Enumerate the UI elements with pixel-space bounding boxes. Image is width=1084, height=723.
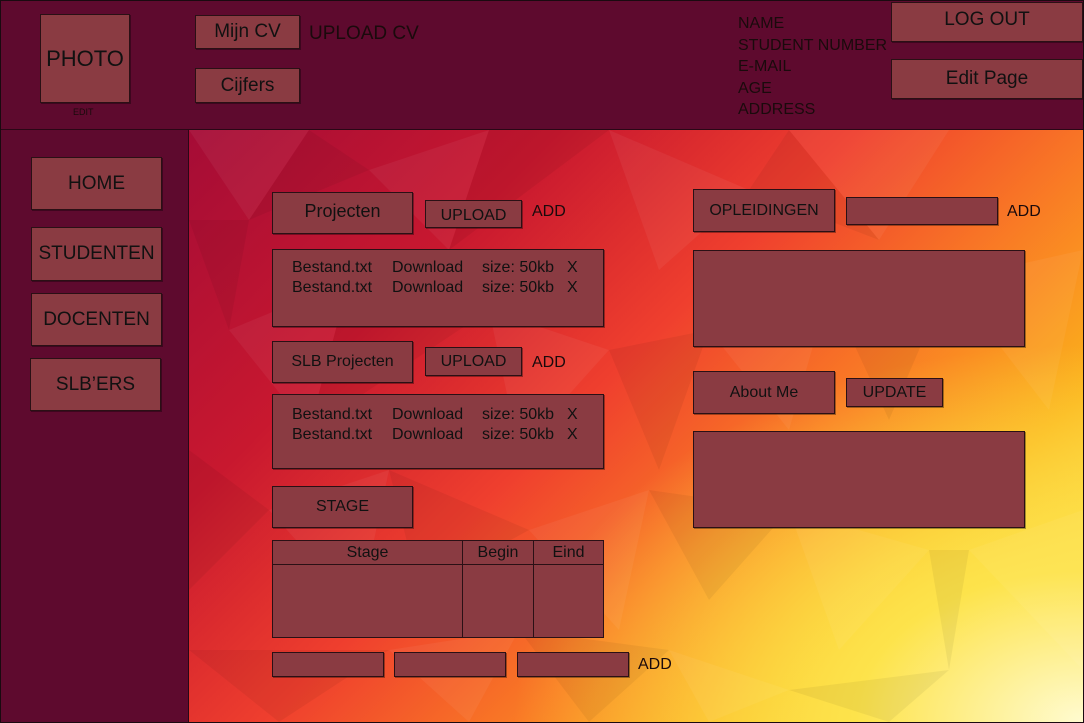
slb-file-list: Bestand.txt Download size: 50kb X Bestan… — [272, 394, 604, 469]
projecten-upload-label: UPLOAD — [440, 207, 507, 224]
mijn-cv-button[interactable]: Mijn CV — [195, 15, 300, 49]
mijn-cv-label: Mijn CV — [214, 21, 281, 42]
student-info: NAME STUDENT NUMBER E-MAIL AGE ADDRESS — [738, 13, 887, 121]
opleidingen-list — [693, 250, 1025, 347]
slb-projecten-title-label: SLB Projecten — [291, 353, 394, 370]
info-address: ADDRESS — [738, 101, 816, 118]
stage-title: STAGE — [272, 486, 413, 528]
file-size: size: 50kb — [482, 406, 555, 423]
file-remove-button[interactable]: X — [567, 405, 578, 425]
profile-photo[interactable]: PHOTO — [40, 14, 130, 103]
file-row: Bestand.txt Download size: 50kb X Bestan… — [292, 258, 578, 298]
file-download-link[interactable]: Download — [392, 425, 482, 445]
sidebar-item-label: HOME — [68, 172, 125, 194]
cijfers-label: Cijfers — [220, 74, 275, 96]
about-me-title-label: About Me — [729, 383, 799, 401]
sidebar-item-label: STUDENTEN — [38, 243, 155, 264]
eind-cell — [533, 564, 604, 638]
file-row: Bestand.txt Download size: 50kb X Bestan… — [292, 405, 578, 445]
slb-upload-button[interactable]: UPLOAD — [425, 347, 522, 376]
file-size: size: 50kb — [482, 279, 555, 296]
projecten-upload-button[interactable]: UPLOAD — [425, 200, 522, 228]
stage-cell — [272, 564, 463, 638]
logout-button[interactable]: LOG OUT — [891, 2, 1083, 42]
photo-label: PHOTO — [46, 45, 124, 71]
file-size: size: 50kb — [482, 259, 555, 276]
projecten-title-label: Projecten — [304, 201, 381, 221]
slb-add-link[interactable]: ADD — [532, 354, 566, 372]
about-update-button[interactable]: UPDATE — [846, 378, 943, 407]
file-remove-button[interactable]: X — [567, 425, 578, 445]
begin-column-header: Begin — [462, 540, 534, 565]
file-download-link[interactable]: Download — [392, 278, 482, 298]
sidebar-item-slbers[interactable]: SLB’ERS — [30, 358, 161, 411]
begin-cell — [462, 564, 534, 638]
sidebar-item-label: DOCENTEN — [43, 308, 150, 330]
eind-column-header: Eind — [533, 540, 604, 565]
stage-column-header: Stage — [272, 540, 463, 565]
main-content: Projecten UPLOAD ADD Bestand.txt Downloa… — [189, 130, 1083, 722]
slb-projecten-title: SLB Projecten — [272, 341, 413, 383]
info-student-number: STUDENT NUMBER — [738, 36, 888, 54]
upload-cv-link[interactable]: UPLOAD CV — [309, 23, 419, 45]
stage-table: Stage Begin Eind — [272, 540, 604, 638]
slb-upload-label: UPLOAD — [440, 352, 507, 370]
file-size: size: 50kb — [482, 426, 555, 443]
file-name: Bestand.txt — [292, 259, 373, 276]
file-download-link[interactable]: Download — [392, 258, 482, 278]
opleidingen-title-label: OPLEIDINGEN — [709, 201, 819, 219]
info-age: AGE — [738, 79, 772, 97]
projecten-file-list: Bestand.txt Download size: 50kb X Bestan… — [272, 249, 604, 327]
edit-page-label: Edit Page — [945, 68, 1029, 89]
file-remove-button[interactable]: X — [567, 258, 578, 278]
projecten-add-link[interactable]: ADD — [532, 203, 566, 221]
file-download-link[interactable]: Download — [392, 405, 482, 425]
stage-begin-input[interactable] — [394, 652, 506, 677]
header-bar: PHOTO EDIT Mijn CV UPLOAD CV Cijfers NAM… — [1, 1, 1083, 130]
photo-edit-link[interactable]: EDIT — [73, 107, 94, 117]
about-me-text[interactable] — [693, 431, 1025, 528]
about-me-title: About Me — [693, 371, 835, 414]
sidebar: HOME STUDENTEN DOCENTEN SLB’ERS — [1, 130, 189, 722]
sidebar-item-docenten[interactable]: DOCENTEN — [31, 293, 162, 346]
sidebar-item-label: SLB’ERS — [55, 373, 136, 395]
file-name: Bestand.txt — [292, 426, 373, 443]
cijfers-button[interactable]: Cijfers — [195, 68, 300, 103]
app-window: PHOTO EDIT Mijn CV UPLOAD CV Cijfers NAM… — [0, 0, 1084, 723]
opleidingen-input[interactable] — [846, 197, 998, 225]
file-remove-button[interactable]: X — [567, 278, 578, 298]
sidebar-item-home[interactable]: HOME — [31, 157, 162, 210]
stage-title-label: STAGE — [315, 498, 370, 515]
info-name: NAME — [738, 15, 785, 32]
sidebar-item-studenten[interactable]: STUDENTEN — [31, 227, 162, 281]
stage-add-link[interactable]: ADD — [638, 656, 672, 674]
projecten-title: Projecten — [272, 192, 413, 234]
info-email: E-MAIL — [738, 58, 792, 75]
opleidingen-add-link[interactable]: ADD — [1007, 203, 1041, 221]
file-name: Bestand.txt — [292, 279, 373, 296]
edit-page-button[interactable]: Edit Page — [891, 59, 1083, 99]
logout-label: LOG OUT — [944, 9, 1030, 30]
opleidingen-title: OPLEIDINGEN — [693, 189, 835, 232]
stage-name-input[interactable] — [272, 652, 384, 677]
about-update-label: UPDATE — [862, 383, 927, 401]
stage-eind-input[interactable] — [517, 652, 629, 677]
file-name: Bestand.txt — [292, 406, 373, 423]
